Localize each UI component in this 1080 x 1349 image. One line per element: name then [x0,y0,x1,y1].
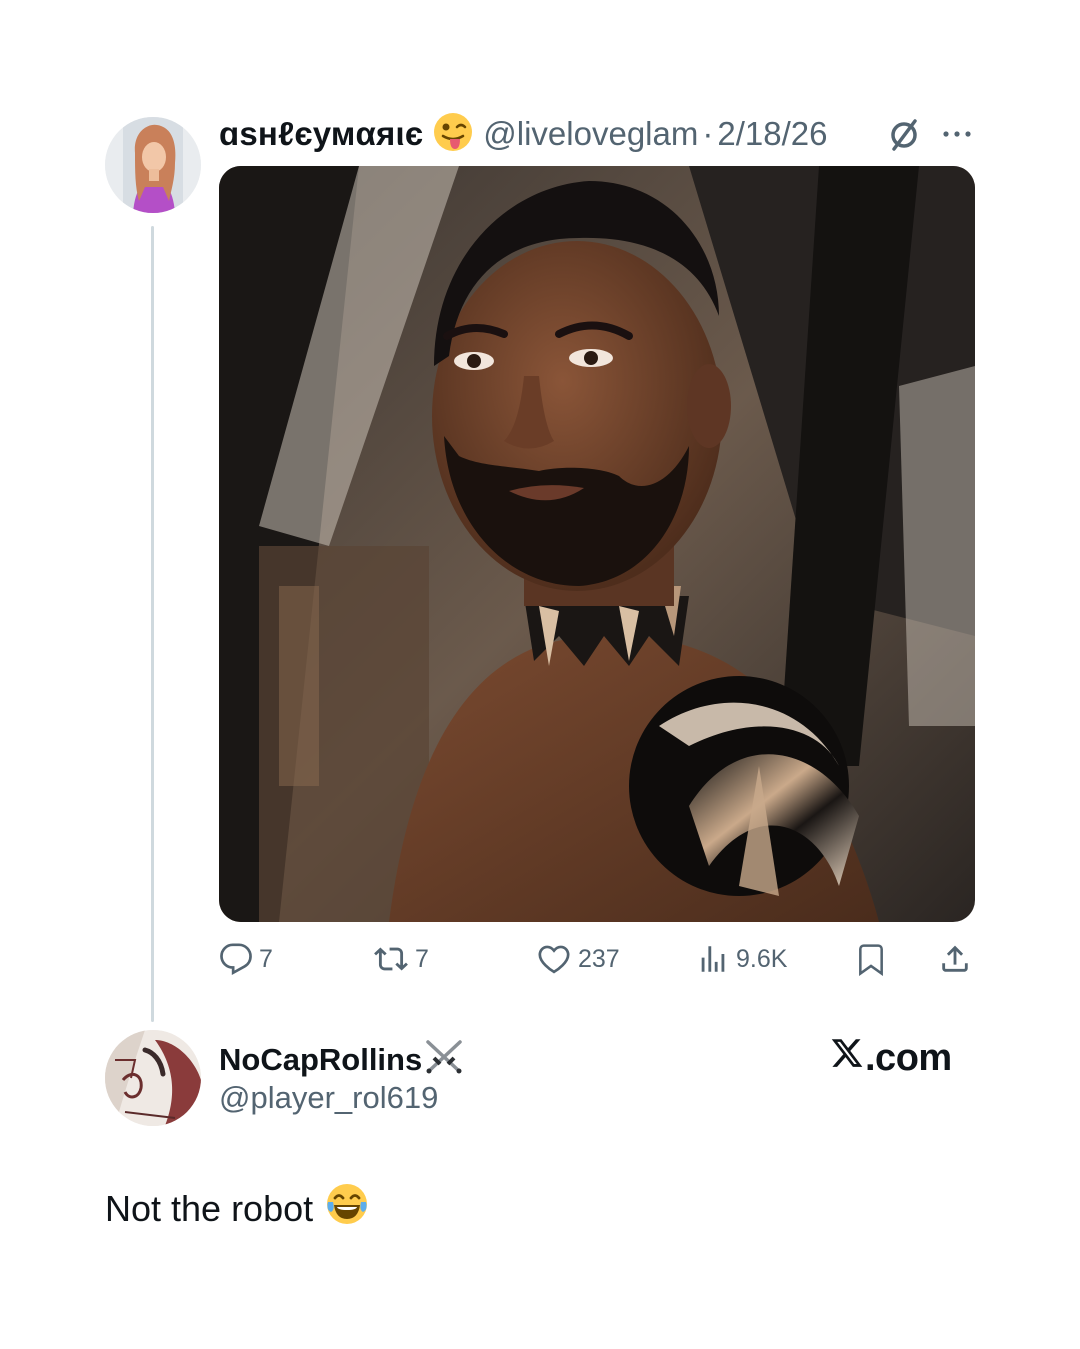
reply-text: Not the robot [105,1187,314,1229]
post-media-image[interactable] [219,166,975,922]
winking-tongue-emoji-icon [433,112,473,157]
separator-dot: · [702,115,714,152]
share-icon [938,942,972,976]
thread-connector-line [151,226,154,1022]
avatar[interactable] [105,1030,201,1126]
views-action[interactable]: 9.6K [696,940,787,978]
share-button[interactable] [938,940,972,978]
x-brand-watermark: .com [829,1036,952,1080]
repost-count: 7 [415,944,429,973]
more-icon[interactable] [941,119,973,149]
author-display-name[interactable]: ɑѕнℓєумαяιє [219,115,423,153]
repost-action[interactable]: 7 [373,940,429,978]
laughing-tears-emoji-icon [325,1182,369,1235]
like-count: 237 [578,944,620,973]
reply-author-display-name[interactable]: NoCapRollins [219,1042,422,1078]
reply-author-handle[interactable]: @player_rol619 [219,1080,438,1116]
bookmark-button[interactable] [855,940,887,978]
x-logo-icon [829,1036,865,1080]
circle-slash-icon[interactable] [886,116,922,152]
heart-icon [536,942,572,976]
repost-icon [373,942,409,976]
reply-author-name-row: NoCapRollins [219,1038,464,1082]
post-date[interactable]: 2/18/26 [717,115,827,153]
avatar[interactable] [105,117,201,213]
view-count: 9.6K [736,944,788,973]
analytics-bars-icon [696,942,730,976]
bookmark-icon [855,942,887,976]
author-handle[interactable]: @liveloveglam [483,115,698,153]
reply-icon [219,942,253,976]
like-action[interactable]: 237 [536,940,620,978]
reply-action[interactable]: 7 [219,940,273,978]
post-header: ɑѕнℓєумαяιє @liveloveglam · 2/18/26 [219,112,827,156]
brand-domain-suffix: .com [865,1036,952,1079]
crossed-swords-emoji-icon [424,1038,464,1082]
reply-count: 7 [259,944,273,973]
reply-text-row: Not the robot [105,1182,369,1235]
